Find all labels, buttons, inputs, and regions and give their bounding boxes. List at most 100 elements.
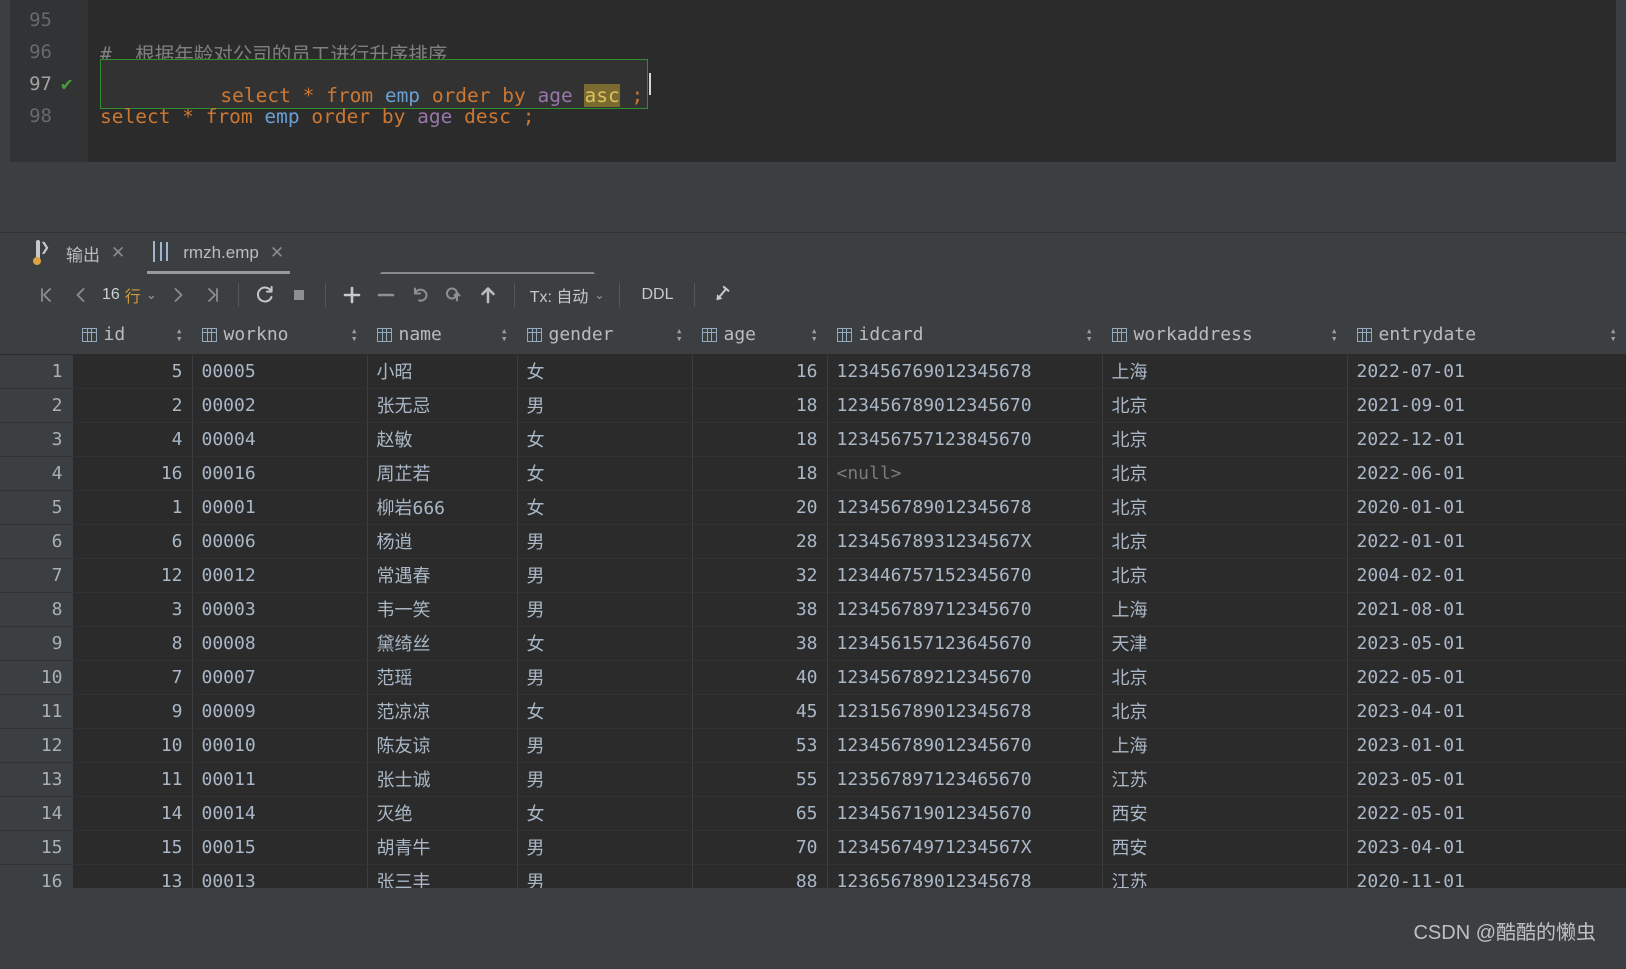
table-row[interactable]: 11 9 00009 范凉凉女 45 123156789012345678 北京 2023-0… xyxy=(0,694,1626,729)
cell-gender[interactable]: 男 xyxy=(517,762,693,797)
cell-name[interactable]: 范凉凉 xyxy=(367,694,518,729)
table-row[interactable]: 4 16 00016 周芷若女 18 <null> 北京 2022-06-01 xyxy=(0,456,1626,491)
cell-workno[interactable]: 00009 xyxy=(192,694,368,729)
cell-workno[interactable]: 00003 xyxy=(192,592,368,627)
cell-id[interactable]: 10 xyxy=(72,728,193,763)
chevron-down-icon[interactable]: ⌄ xyxy=(146,287,157,303)
cell-gender[interactable]: 男 xyxy=(517,558,693,593)
code-line-95[interactable] xyxy=(88,4,1626,36)
sort-arrows-icon[interactable]: ▴ ▾ xyxy=(176,325,183,344)
cell-id[interactable]: 4 xyxy=(72,422,193,457)
ddl-button[interactable]: DDL xyxy=(629,286,685,304)
tab-rmzh-emp[interactable]: rmzh.emp ✕ xyxy=(139,232,298,274)
table-row[interactable]: 9 8 00008 黛绮丝女 38 123456157123645670 天津 2023-05… xyxy=(0,626,1626,661)
revert-icon[interactable] xyxy=(403,278,437,312)
last-page-icon[interactable] xyxy=(195,278,229,312)
cell-idcard[interactable]: 123456789012345678 xyxy=(827,490,1103,525)
cell-workaddress[interactable]: 上海 xyxy=(1102,728,1348,763)
column-header-idcard[interactable]: idcard ▴ ▾ xyxy=(827,316,1103,355)
cell-idcard[interactable]: 123456769012345678 xyxy=(827,354,1103,389)
cell-id[interactable]: 7 xyxy=(72,660,193,695)
sort-arrows-icon[interactable]: ▴ ▾ xyxy=(1331,325,1338,344)
sort-arrows-icon[interactable]: ▴ ▾ xyxy=(351,325,358,344)
column-header-workno[interactable]: workno ▴ ▾ xyxy=(192,316,368,355)
pin-icon[interactable] xyxy=(704,278,738,312)
cell-id[interactable]: 5 xyxy=(72,354,193,389)
cell-age[interactable]: 55 xyxy=(692,762,828,797)
table-row[interactable]: 7 12 00012 常遇春男 32 123446757152345670 北京 2004-0… xyxy=(0,558,1626,593)
cell-workaddress[interactable]: 上海 xyxy=(1102,592,1348,627)
tab-output[interactable]: 输出 ✕ xyxy=(22,232,139,274)
cell-id[interactable]: 2 xyxy=(72,388,193,423)
cell-age[interactable]: 28 xyxy=(692,524,828,559)
cell-idcard[interactable]: 123156789012345678 xyxy=(827,694,1103,729)
cell-workno[interactable]: 00005 xyxy=(192,354,368,389)
table-row[interactable]: 14 14 00014 灭绝女 65 123456719012345670 西安 2022-0… xyxy=(0,796,1626,831)
cell-id[interactable]: 14 xyxy=(72,796,193,831)
cell-name[interactable]: 胡青牛 xyxy=(367,830,518,865)
cell-name[interactable]: 张无忌 xyxy=(367,388,518,423)
table-row[interactable]: 15 15 00015 胡青牛男 70 12345674971234567X 西安 2023-… xyxy=(0,830,1626,865)
cell-idcard[interactable]: 12345674971234567X xyxy=(827,830,1103,865)
cell-entrydate[interactable]: 2022-12-01 xyxy=(1347,422,1626,457)
table-row[interactable]: 10 7 00007 范瑶男 40 123456789212345670 北京 2022-05… xyxy=(0,660,1626,695)
cell-gender[interactable]: 女 xyxy=(517,354,693,389)
cell-age[interactable]: 70 xyxy=(692,830,828,865)
table-row[interactable]: 8 3 00003 韦一笑男 38 123456789712345670 上海 2021-08… xyxy=(0,592,1626,627)
next-page-icon[interactable] xyxy=(161,278,195,312)
revert-selected-icon[interactable] xyxy=(437,278,471,312)
cell-gender[interactable]: 男 xyxy=(517,830,693,865)
cell-workno[interactable]: 00002 xyxy=(192,388,368,423)
table-row[interactable]: 12 10 00010 陈友谅男 53 123456789012345670 上海 2023-… xyxy=(0,728,1626,763)
cell-age[interactable]: 88 xyxy=(692,864,828,888)
cell-id[interactable]: 13 xyxy=(72,864,193,888)
cell-idcard[interactable]: 123456757123845670 xyxy=(827,422,1103,457)
cell-name[interactable]: 杨逍 xyxy=(367,524,518,559)
cell-age[interactable]: 38 xyxy=(692,626,828,661)
cell-name[interactable]: 黛绮丝 xyxy=(367,626,518,661)
column-header-name[interactable]: name ▴ ▾ xyxy=(367,316,518,355)
cell-entrydate[interactable]: 2023-04-01 xyxy=(1347,830,1626,865)
sort-arrows-icon[interactable]: ▴ ▾ xyxy=(1086,325,1093,344)
cell-workno[interactable]: 00015 xyxy=(192,830,368,865)
add-row-icon[interactable] xyxy=(335,278,369,312)
table-row[interactable]: 5 1 00001 柳岩666 女 20 123456789012345678 北京 2020-… xyxy=(0,490,1626,525)
sort-arrows-icon[interactable]: ▴ ▾ xyxy=(501,325,508,344)
result-grid[interactable]: id ▴ ▾ workno ▴ ▾ name ▴ ▾ gender ▴ ▾ age ▴ ▾ xyxy=(0,316,1626,888)
stop-icon[interactable] xyxy=(282,278,316,312)
cell-workno[interactable]: 00014 xyxy=(192,796,368,831)
cell-workaddress[interactable]: 上海 xyxy=(1102,354,1348,389)
cell-age[interactable]: 16 xyxy=(692,354,828,389)
sort-arrows-icon[interactable]: ▴ ▾ xyxy=(1610,325,1617,344)
cell-workaddress[interactable]: 北京 xyxy=(1102,694,1348,729)
cell-age[interactable]: 32 xyxy=(692,558,828,593)
cell-workaddress[interactable]: 北京 xyxy=(1102,456,1348,491)
code-area[interactable]: # 根据年龄对公司的员工进行升序排序 select * from emp ord… xyxy=(88,0,1626,162)
cell-gender[interactable]: 女 xyxy=(517,422,693,457)
cell-entrydate[interactable]: 2020-11-01 xyxy=(1347,864,1626,888)
sort-arrows-icon[interactable]: ▴ ▾ xyxy=(811,325,818,344)
close-icon[interactable]: ✕ xyxy=(111,243,125,263)
cell-name[interactable]: 范瑶 xyxy=(367,660,518,695)
cell-id[interactable]: 12 xyxy=(72,558,193,593)
cell-name[interactable]: 陈友谅 xyxy=(367,728,518,763)
cell-workno[interactable]: 00011 xyxy=(192,762,368,797)
cell-entrydate[interactable]: 2022-05-01 xyxy=(1347,660,1626,695)
close-icon[interactable]: ✕ xyxy=(270,243,284,263)
cell-id[interactable]: 3 xyxy=(72,592,193,627)
cell-idcard[interactable]: 123567897123465670 xyxy=(827,762,1103,797)
cell-entrydate[interactable]: 2022-06-01 xyxy=(1347,456,1626,491)
submit-icon[interactable] xyxy=(471,278,505,312)
cell-workaddress[interactable]: 西安 xyxy=(1102,796,1348,831)
cell-workaddress[interactable]: 西安 xyxy=(1102,830,1348,865)
cell-age[interactable]: 38 xyxy=(692,592,828,627)
cell-workno[interactable]: 00012 xyxy=(192,558,368,593)
table-row[interactable]: 1 5 00005 小昭女 16 123456769012345678 上海 2022-07-… xyxy=(0,354,1626,389)
code-line-98[interactable]: select * from emp order by age desc ; xyxy=(88,100,1626,132)
cell-workno[interactable]: 00006 xyxy=(192,524,368,559)
cell-workno[interactable]: 00013 xyxy=(192,864,368,888)
column-header-id[interactable]: id ▴ ▾ xyxy=(72,316,193,355)
cell-entrydate[interactable]: 2004-02-01 xyxy=(1347,558,1626,593)
cell-age[interactable]: 45 xyxy=(692,694,828,729)
cell-name[interactable]: 赵敏 xyxy=(367,422,518,457)
